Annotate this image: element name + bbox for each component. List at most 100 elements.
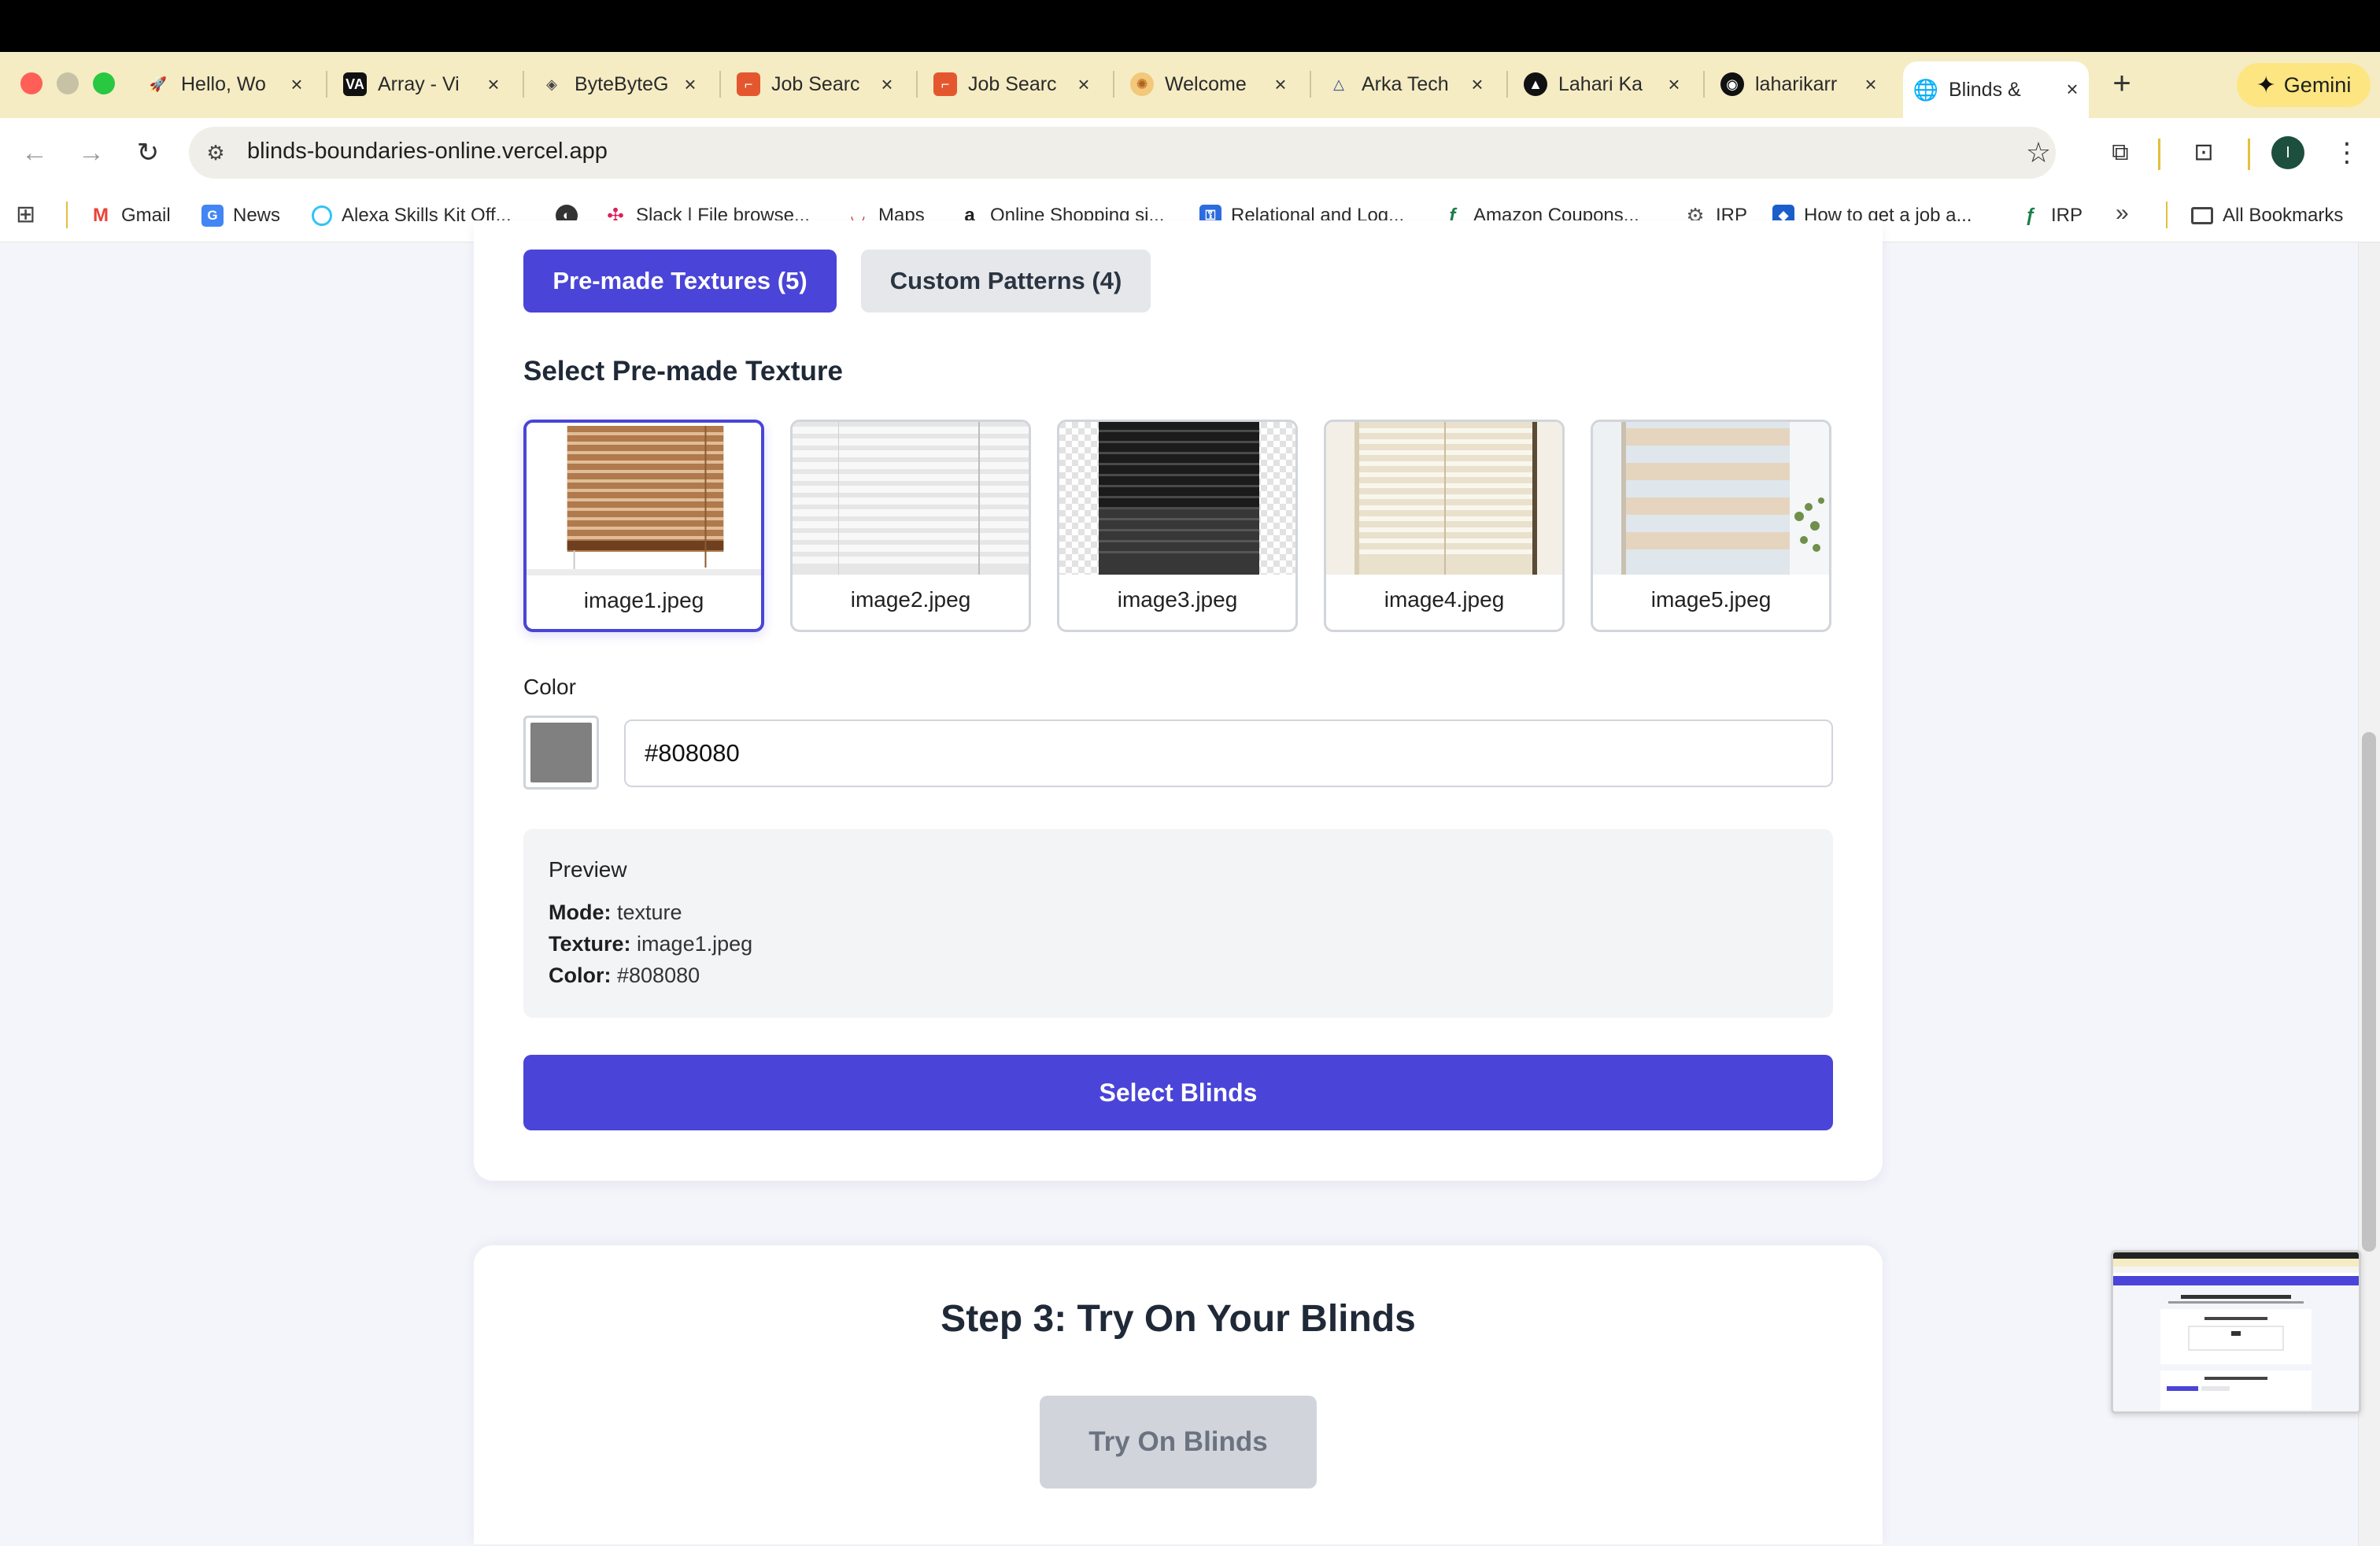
close-icon[interactable]: × [1072, 72, 1096, 96]
bookmark-news[interactable]: G News [201, 200, 280, 231]
bookmark-gmail[interactable]: M Gmail [90, 200, 171, 231]
tab-array[interactable]: VA Array - Vi × [343, 61, 510, 107]
preview-mode: Mode: texture [549, 901, 682, 925]
rocket-icon: 🚀 [149, 76, 168, 92]
close-icon[interactable]: × [482, 72, 505, 96]
sparkle-icon: ✦ [2256, 72, 2276, 98]
texture-option-image4[interactable]: image4.jpeg [1324, 420, 1565, 632]
tab-divider [916, 71, 918, 98]
tab-premade-textures[interactable]: Pre-made Textures (5) [523, 250, 837, 313]
tab-divider [1703, 71, 1705, 98]
arka-logo-icon: △ [1333, 76, 1344, 92]
new-tab-button[interactable]: + [2106, 68, 2138, 99]
github-icon: ◉ [1720, 72, 1744, 96]
color-picker-swatch[interactable] [523, 716, 599, 790]
tab-job-search-2[interactable]: ⌐ Job Searc × [933, 61, 1100, 107]
select-blinds-button[interactable]: Select Blinds [523, 1055, 1833, 1130]
tab-title: Job Searc [771, 72, 860, 95]
tab-hello-world[interactable]: 🚀 Hello, Wo × [146, 61, 313, 107]
reload-icon[interactable]: ↻ [131, 135, 165, 170]
triangle-icon: ▲ [1524, 72, 1547, 96]
url-text[interactable]: blinds-boundaries-online.vercel.app [247, 139, 608, 165]
bookmark-f-icon: ƒ [2025, 205, 2036, 226]
close-icon[interactable]: × [2060, 77, 2084, 101]
apps-grid-icon[interactable]: ⊞ [16, 202, 42, 228]
bookmark-irp-2[interactable]: ƒ IRP [2020, 200, 2082, 231]
bookmark-label: News [233, 205, 281, 226]
more-menu-icon[interactable]: ⋮ [2331, 135, 2363, 170]
toolbar-divider [2248, 139, 2250, 170]
page-preview-thumbnail[interactable] [2111, 1250, 2361, 1414]
window-close-button[interactable] [20, 72, 42, 94]
all-bookmarks-label: All Bookmarks [2223, 205, 2344, 226]
site-info-icon[interactable]: ⚙ [201, 139, 230, 167]
bookmarks-divider [2166, 202, 2168, 228]
preview-color-value: #808080 [617, 963, 700, 987]
preview-mode-value: texture [617, 901, 682, 924]
preview-title: Preview [549, 857, 627, 882]
scrollbar-thumb[interactable] [2362, 732, 2376, 1252]
preview-texture-value: image1.jpeg [637, 932, 753, 956]
cast-search-icon[interactable]: ⊡ [2185, 135, 2223, 170]
preview-texture: Texture: image1.jpeg [549, 932, 752, 956]
tab-welcome[interactable]: ✺ Welcome × [1130, 61, 1297, 107]
texture-thumbnail [1059, 422, 1295, 575]
bytebytego-icon: ◈ [546, 76, 557, 92]
gemini-button[interactable]: ✦ Gemini [2237, 63, 2371, 107]
tab-divider [1506, 71, 1508, 98]
toolbar-divider [2158, 139, 2160, 170]
va-logo-icon: VA [343, 72, 367, 96]
texture-name: image3.jpeg [1117, 587, 1238, 612]
bookmark-label: IRP [2051, 205, 2083, 226]
close-icon[interactable]: × [1465, 72, 1489, 96]
close-icon[interactable]: × [1269, 72, 1292, 96]
gemini-label: Gemini [2283, 72, 2352, 97]
tab-lahari[interactable]: ▲ Lahari Ka × [1524, 61, 1691, 107]
tab-title: Hello, Wo [181, 72, 266, 95]
tab-title: Array - Vi [378, 72, 460, 95]
texture-name: image1.jpeg [583, 588, 704, 612]
texture-name: image4.jpeg [1384, 587, 1505, 612]
tab-bytebytego[interactable]: ◈ ByteByteG × [540, 61, 707, 107]
bookmark-star-icon[interactable]: ☆ [2021, 135, 2056, 170]
texture-option-image1[interactable]: image1.jpeg [523, 420, 764, 632]
preview-color-label: Color: [549, 963, 612, 987]
texture-name: image5.jpeg [1650, 587, 1772, 612]
tab-blinds-active[interactable]: 🌐 Blinds & B × [1903, 61, 2089, 118]
texture-thumbnail [527, 423, 761, 575]
window-top-bar [0, 0, 2380, 52]
tab-custom-patterns[interactable]: Custom Patterns (4) [861, 250, 1151, 313]
color-hex-input[interactable]: #808080 [624, 719, 1833, 787]
color-label: Color [523, 675, 576, 699]
preview-mode-label: Mode: [549, 901, 612, 924]
bookmarks-overflow-button[interactable]: » [2116, 200, 2129, 227]
close-icon[interactable]: × [1662, 72, 1686, 96]
texture-option-image2[interactable]: image2.jpeg [790, 420, 1031, 632]
close-icon[interactable]: × [875, 72, 899, 96]
tab-title: Welcome [1165, 72, 1247, 95]
all-bookmarks-button[interactable]: All Bookmarks [2191, 200, 2343, 231]
tab-github[interactable]: ◉ laharikarr × [1720, 61, 1887, 107]
tab-arka-tech[interactable]: △ Arka Tech × [1327, 61, 1494, 107]
close-icon[interactable]: × [285, 72, 309, 96]
close-icon[interactable]: × [1859, 72, 1883, 96]
texture-option-image5[interactable]: image5.jpeg [1591, 420, 1831, 632]
window-minimize-button[interactable] [57, 72, 79, 94]
tab-title: Lahari Ka [1558, 72, 1643, 95]
extensions-icon[interactable]: ⧉ [2103, 135, 2138, 170]
try-on-blinds-button[interactable]: Try On Blinds [1040, 1396, 1317, 1489]
step3-heading: Step 3: Try On Your Blinds [941, 1298, 1416, 1340]
alexa-icon [312, 205, 332, 226]
tab-title: laharikarr [1755, 72, 1838, 95]
bookmark-label: Gmail [121, 205, 171, 226]
texture-option-image3[interactable]: image3.jpeg [1057, 420, 1298, 632]
window-maximize-button[interactable] [93, 72, 115, 94]
globe-icon: 🌐 [1913, 77, 1939, 102]
close-icon[interactable]: × [678, 72, 702, 96]
gmail-icon: M [93, 205, 109, 226]
sun-icon: ✺ [1130, 72, 1154, 96]
forward-arrow-icon[interactable]: → [74, 135, 109, 170]
back-arrow-icon[interactable]: ← [17, 135, 52, 170]
profile-avatar[interactable]: I [2271, 136, 2304, 169]
tab-job-search-1[interactable]: ⌐ Job Searc × [737, 61, 904, 107]
